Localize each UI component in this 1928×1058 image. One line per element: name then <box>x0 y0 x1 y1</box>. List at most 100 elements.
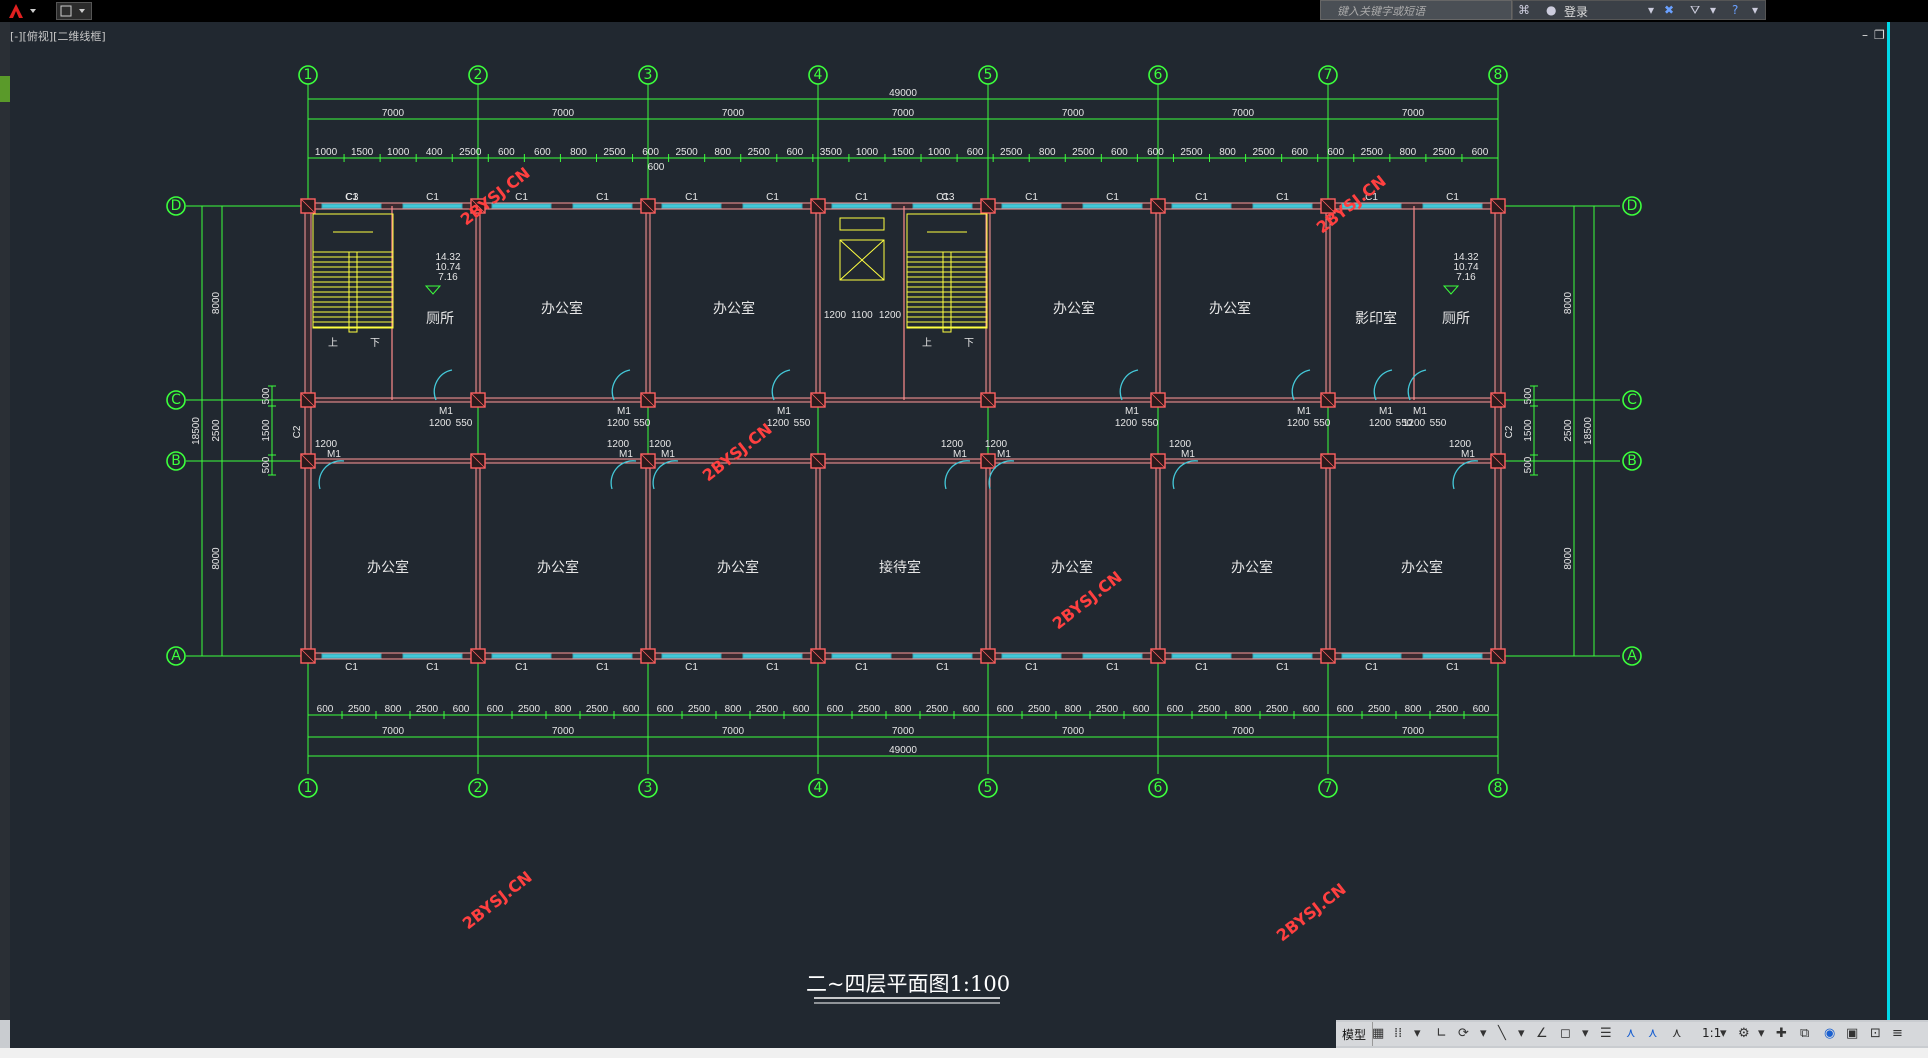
top-bay-dim-label: 7000 <box>1062 108 1085 119</box>
top-segment-dim-label: 3500 <box>820 147 843 158</box>
door-swing <box>318 460 345 490</box>
left-panel-edge <box>0 22 10 1022</box>
exchange-icon[interactable]: ✖ <box>1664 3 1674 17</box>
plus-icon[interactable]: ✚ <box>1776 1026 1787 1041</box>
top-segment-dim-label: 2500 <box>1252 147 1275 158</box>
north-window-label: C1 <box>596 192 609 203</box>
dropdown-arrow-icon[interactable]: ▾ <box>1752 3 1758 17</box>
door-swing <box>433 369 453 401</box>
dropdown-arrow-icon[interactable]: ▾ <box>1758 1026 1765 1041</box>
south-window-label: C1 <box>1195 662 1208 673</box>
snap-icon[interactable]: ⁞⁞ <box>1394 1026 1402 1041</box>
fullscreen-icon[interactable]: ⊡ <box>1870 1026 1881 1041</box>
watermark-layer: 2BYSJ.CN 2BYSJ.CN2BYSJ.CN2BYSJ.CN2BYSJ.CN… <box>457 163 1390 945</box>
search-input[interactable]: 键入关键字或短语 <box>1320 0 1512 20</box>
axis-label-2: 2 <box>474 780 483 796</box>
south-partition <box>1155 460 1161 657</box>
north-window-label: C1 <box>766 192 779 203</box>
bottom-segment-dim-label: 2500 <box>416 704 439 715</box>
door-swing <box>1172 460 1199 490</box>
bottom-bay-dim-label: 7000 <box>552 726 575 737</box>
door-dim-label: 1200 <box>649 439 672 450</box>
command-area[interactable] <box>10 1020 1336 1048</box>
elevation-mark: 7.16 <box>1456 272 1476 283</box>
elevator-dim-label: 1200 <box>824 310 847 321</box>
model-space-button[interactable]: 模型 <box>1336 1022 1374 1046</box>
drawing-canvas[interactable]: 1 1 2 2 3 3 4 4 5 5 6 6 7 7 8 8 D D C C B B A A 49000 7000 7000 70… <box>0 0 1928 1058</box>
dropdown-arrow-icon[interactable]: ▾ <box>1710 3 1716 17</box>
dropdown-arrow-icon[interactable]: ▾ <box>1648 3 1654 17</box>
minimize-icon[interactable]: – <box>1862 28 1874 42</box>
top-segment-dim-label: 600 <box>1147 147 1164 158</box>
door-label: M1 <box>661 449 675 460</box>
isolate-objects-icon[interactable]: ⧉ <box>1800 1026 1809 1041</box>
top-bay-dim-label: 7000 <box>1232 108 1255 119</box>
viewport-controls[interactable]: [-][俯视][二维线框] <box>10 28 106 44</box>
dropdown-arrow-icon[interactable]: ▾ <box>1480 1026 1487 1041</box>
annotation-scale-icon[interactable]: ⋏ <box>1672 1026 1682 1041</box>
room-label-south: 办公室 <box>1231 559 1273 576</box>
top-segment-dim-label: 1500 <box>351 147 374 158</box>
axis-label-5: 5 <box>984 67 993 83</box>
annotation-visibility-icon[interactable]: ⋏ <box>1626 1026 1636 1041</box>
bottom-segment-dim-label: 2500 <box>1436 704 1459 715</box>
door-dim-label: 1200 <box>607 418 630 429</box>
door-dim-label: 1200 <box>429 418 452 429</box>
ortho-icon[interactable]: ∟ <box>1436 1026 1447 1041</box>
left-panel-tab[interactable] <box>0 76 10 102</box>
user-icon[interactable]: ● <box>1546 3 1556 17</box>
watermark-text: 2BYSJ.CN <box>699 419 776 485</box>
customization-menu-icon[interactable]: ≡ <box>1892 1026 1903 1041</box>
door-dim-label: 550 <box>634 418 651 429</box>
room-label-north: 办公室 <box>713 300 755 317</box>
dropdown-arrow-icon[interactable]: ▾ <box>1518 1026 1525 1041</box>
top-bay-dim-label: 7000 <box>892 108 915 119</box>
top-segment-dim-label: 600 <box>786 147 803 158</box>
dropdown-arrow-icon[interactable]: ▾ <box>1582 1026 1589 1041</box>
quick-access-toolbar-button[interactable] <box>56 2 92 20</box>
axis-layer: 1 1 2 2 3 3 4 4 5 5 6 6 7 7 8 8 D D C C B B A A <box>166 65 1642 798</box>
north-partition <box>475 205 481 401</box>
south-window <box>1001 653 1062 659</box>
left-small-dim-label: 1500 <box>261 419 272 442</box>
isodraft-icon[interactable]: ╲ <box>1498 1026 1506 1041</box>
drawing-title: 二~四层平面图1:100 <box>806 972 1010 996</box>
object-snap-tracking-icon[interactable]: ∠ <box>1536 1026 1548 1041</box>
door-dim-label: 1200 <box>941 439 964 450</box>
object-snap-icon[interactable]: ◻ <box>1560 1026 1571 1041</box>
hardware-acceleration-icon[interactable]: ◉ <box>1824 1026 1835 1041</box>
autocad-logo-icon[interactable] <box>6 2 40 20</box>
north-window-label: C1 <box>855 192 868 203</box>
bottom-segment-dim-label: 600 <box>317 704 334 715</box>
help-icon[interactable]: ? <box>1732 3 1738 17</box>
grid-icon[interactable]: ▦ <box>1372 1026 1384 1041</box>
north-window <box>1001 203 1062 209</box>
binoculars-icon[interactable]: ⌘ <box>1518 3 1530 17</box>
dropdown-arrow-icon[interactable]: ▾ <box>1720 1026 1727 1041</box>
south-window-label: C1 <box>426 662 439 673</box>
login-button[interactable]: 登录 <box>1564 3 1588 20</box>
clean-screen-icon[interactable]: ▣ <box>1846 1026 1858 1041</box>
door-dim-label: 550 <box>1430 418 1447 429</box>
a360-icon[interactable]: ⛛ <box>1690 3 1700 18</box>
top-segment-dim-label: 1000 <box>315 147 338 158</box>
annotation-scale-value[interactable]: 1:1 <box>1702 1026 1721 1040</box>
lineweight-icon[interactable]: ☰ <box>1600 1026 1612 1041</box>
workspace-gear-icon[interactable]: ⚙ <box>1738 1026 1750 1041</box>
polar-icon[interactable]: ⟳ <box>1458 1026 1469 1041</box>
axis-label-6: 6 <box>1154 780 1163 796</box>
left-small-dim-label: 500 <box>261 387 272 404</box>
north-window-label: C1 <box>1195 192 1208 203</box>
north-partition <box>645 205 651 401</box>
autoscale-icon[interactable]: ⋏ <box>1648 1026 1658 1041</box>
door-dim-label: 550 <box>1142 418 1159 429</box>
top-total-dim-label: 49000 <box>889 88 917 99</box>
top-segment-dim-label: 2500 <box>603 147 626 158</box>
south-window-label: C1 <box>1025 662 1038 673</box>
east-wall <box>1494 205 1502 657</box>
top-segment-dim-label: 600 <box>1291 147 1308 158</box>
dropdown-arrow-icon[interactable]: ▾ <box>1414 1026 1421 1041</box>
watermark-text: 2BYSJ.CN <box>459 867 536 933</box>
south-window-label: C1 <box>766 662 779 673</box>
bottom-bay-dim-label: 7000 <box>892 726 915 737</box>
